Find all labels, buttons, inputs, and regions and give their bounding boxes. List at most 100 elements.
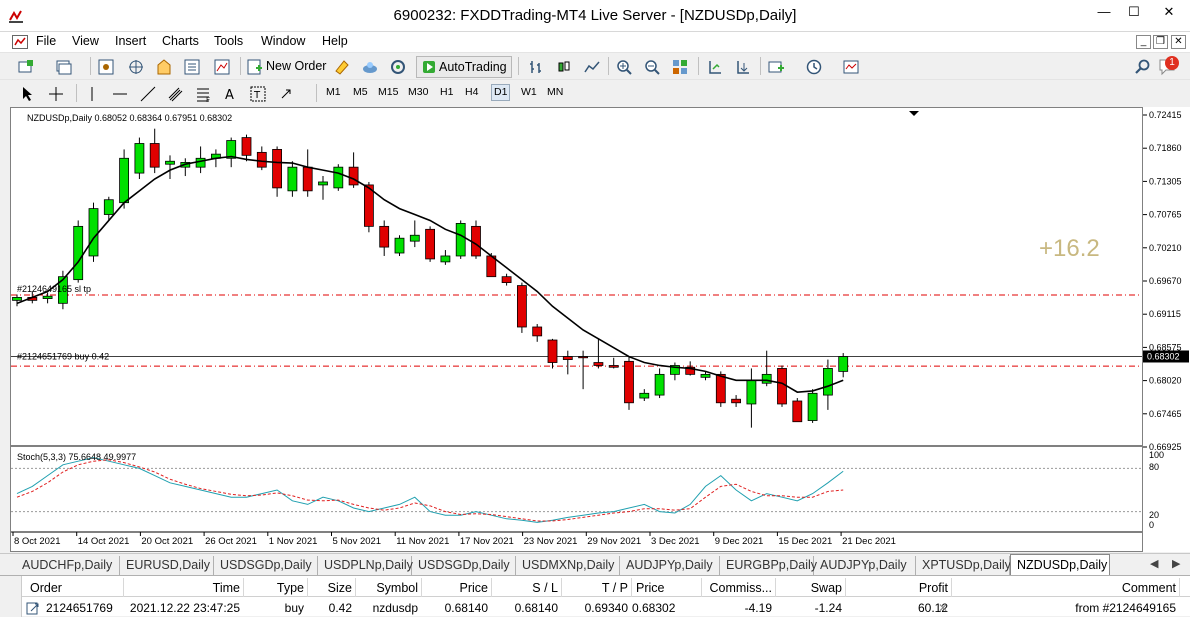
- candle-body: [333, 166, 344, 189]
- profiles-icon[interactable]: [56, 59, 72, 75]
- autotrading-button[interactable]: AutoTrading: [416, 56, 512, 78]
- tab-chart[interactable]: USDPLNp,Daily: [318, 556, 413, 575]
- notifications-button[interactable]: 1: [1158, 56, 1182, 78]
- new-order-button[interactable]: New Order: [266, 56, 326, 78]
- terminal-column-header[interactable]: Time: [122, 581, 240, 595]
- terminal-column-header[interactable]: Order: [30, 581, 120, 595]
- menu-help[interactable]: Help: [322, 34, 348, 48]
- crosshair-icon[interactable]: [48, 86, 64, 102]
- tab-chart[interactable]: AUDJPYp,Daily: [814, 556, 916, 575]
- timeframe-w1[interactable]: W1: [521, 86, 537, 98]
- candle: [777, 365, 787, 407]
- terminal-column-header[interactable]: Price: [632, 581, 698, 595]
- candle-chart-icon[interactable]: [556, 59, 572, 75]
- chart-shift-icon[interactable]: [707, 59, 723, 75]
- terminal-column-header[interactable]: Type: [246, 581, 304, 595]
- minimize-button[interactable]: —: [1090, 0, 1118, 26]
- text-tool-icon[interactable]: A: [222, 86, 238, 102]
- stoch-scale-label: 0: [1149, 520, 1154, 530]
- search-icon[interactable]: [1135, 59, 1151, 75]
- maximize-button[interactable]: ☐: [1120, 0, 1148, 26]
- menu-window[interactable]: Window: [261, 34, 305, 48]
- new-order-icon[interactable]: [247, 59, 263, 75]
- tab-chart[interactable]: USDMXNp,Daily: [516, 556, 620, 575]
- terminal-side: [0, 576, 22, 617]
- equidistant-channel-icon[interactable]: [168, 86, 184, 102]
- market-icon[interactable]: [390, 59, 406, 75]
- indicators-icon[interactable]: [768, 59, 784, 75]
- close-button[interactable]: ✕: [1155, 0, 1183, 26]
- tab-chart[interactable]: XPTUSDp,Daily: [916, 556, 1011, 575]
- navigator-icon[interactable]: [156, 59, 172, 75]
- candle: [792, 398, 803, 423]
- terminal-column-header[interactable]: Comment: [952, 581, 1176, 595]
- horizontal-line-icon[interactable]: [112, 86, 128, 102]
- timeframe-m1[interactable]: M1: [326, 86, 341, 98]
- mdi-minimize-button[interactable]: _: [1136, 35, 1151, 49]
- zoom-out-icon[interactable]: [644, 59, 660, 75]
- date-label: 21 Dec 2021: [842, 536, 896, 547]
- tab-scroll-right-icon[interactable]: ▶: [1172, 557, 1180, 570]
- trendline-icon[interactable]: [140, 86, 156, 102]
- autoscroll-icon[interactable]: [735, 59, 751, 75]
- table-row[interactable]: 2124651769 2021.12.22 23:47:25 buy 0.42 nzdu…: [22, 598, 1190, 617]
- terminal-column-header[interactable]: Commiss...: [706, 581, 773, 595]
- templates-icon[interactable]: [843, 59, 859, 75]
- crosshair-nav-icon[interactable]: [128, 59, 144, 75]
- line-chart-icon[interactable]: [584, 59, 600, 75]
- terminal-column-header[interactable]: T / P: [562, 581, 628, 595]
- timeframe-mn[interactable]: MN: [547, 86, 563, 98]
- tester-icon[interactable]: [214, 59, 230, 75]
- sl-order-label: #2124649165 sl tp: [17, 284, 91, 294]
- tab-chart[interactable]: AUDCHFp,Daily: [16, 556, 120, 575]
- cursor-arrow-icon[interactable]: [20, 86, 36, 102]
- price-scale-canvas: 0.72415 0.71860 0.71305 0.70765 0.70210 0.696…: [1143, 110, 1189, 530]
- menu-insert[interactable]: Insert: [115, 34, 146, 48]
- mdi-restore-button[interactable]: ❐: [1153, 35, 1168, 49]
- candle: [838, 353, 849, 378]
- vertical-line-icon[interactable]: [84, 86, 100, 102]
- timeframe-h4[interactable]: H4: [465, 86, 478, 98]
- new-chart-icon[interactable]: [18, 59, 34, 75]
- terminal-icon[interactable]: [184, 59, 200, 75]
- tile-windows-icon[interactable]: [672, 59, 688, 75]
- text-label-icon[interactable]: T: [250, 86, 266, 102]
- candle: [670, 362, 680, 381]
- arrows-icon[interactable]: [280, 86, 296, 102]
- menu-tools[interactable]: Tools: [214, 34, 243, 48]
- zoom-in-icon[interactable]: [616, 59, 632, 75]
- menu-view[interactable]: View: [72, 34, 99, 48]
- tab-chart[interactable]: USDSGDp,Daily: [412, 556, 516, 575]
- timeframe-m15[interactable]: M15: [378, 86, 398, 98]
- chart-window[interactable]: NZDUSDp,Daily 0.68052 0.68364 0.67951 0.…: [10, 107, 1143, 552]
- menu-charts[interactable]: Charts: [162, 34, 199, 48]
- terminal-column-header[interactable]: Profit: [846, 581, 948, 595]
- terminal-column-header[interactable]: Price: [422, 581, 488, 595]
- tab-chart[interactable]: USDSGDp,Daily: [214, 556, 318, 575]
- close-order-icon[interactable]: ✕: [938, 601, 948, 615]
- tab-chart[interactable]: NZDUSDp,Daily: [1010, 554, 1110, 576]
- timeframe-h1[interactable]: H1: [440, 86, 453, 98]
- tab-chart[interactable]: AUDJPYp,Daily: [620, 556, 720, 575]
- fibonacci-icon[interactable]: F: [196, 86, 212, 102]
- timeframe-d1[interactable]: D1: [491, 84, 511, 101]
- tab-chart[interactable]: EURGBPp,Daily: [720, 556, 817, 575]
- chart-window-icon[interactable]: [12, 35, 28, 49]
- timeframe-m30[interactable]: M30: [408, 86, 428, 98]
- chart-canvas[interactable]: NZDUSDp,Daily 0.68052 0.68364 0.67951 0.…: [11, 108, 1142, 551]
- bar-chart-icon[interactable]: [528, 59, 544, 75]
- price-scale[interactable]: 0.72415 0.71860 0.71305 0.70765 0.70210 0.696…: [1143, 107, 1190, 552]
- metaeditor-icon[interactable]: [334, 59, 350, 75]
- tab-scroll-left-icon[interactable]: ◀: [1150, 557, 1158, 570]
- mdi-close-button[interactable]: ✕: [1171, 35, 1186, 49]
- timeframe-m5[interactable]: M5: [353, 86, 368, 98]
- terminal-column-header[interactable]: Symbol: [356, 581, 418, 595]
- terminal-column-header[interactable]: Swap: [774, 581, 842, 595]
- market-watch-icon[interactable]: [98, 59, 114, 75]
- signals-icon[interactable]: [362, 59, 378, 75]
- terminal-column-header[interactable]: S / L: [492, 581, 558, 595]
- menu-file[interactable]: File: [36, 34, 56, 48]
- terminal-column-header[interactable]: Size: [308, 581, 352, 595]
- periods-clock-icon[interactable]: [806, 59, 822, 75]
- tab-chart[interactable]: EURUSD,Daily: [120, 556, 214, 575]
